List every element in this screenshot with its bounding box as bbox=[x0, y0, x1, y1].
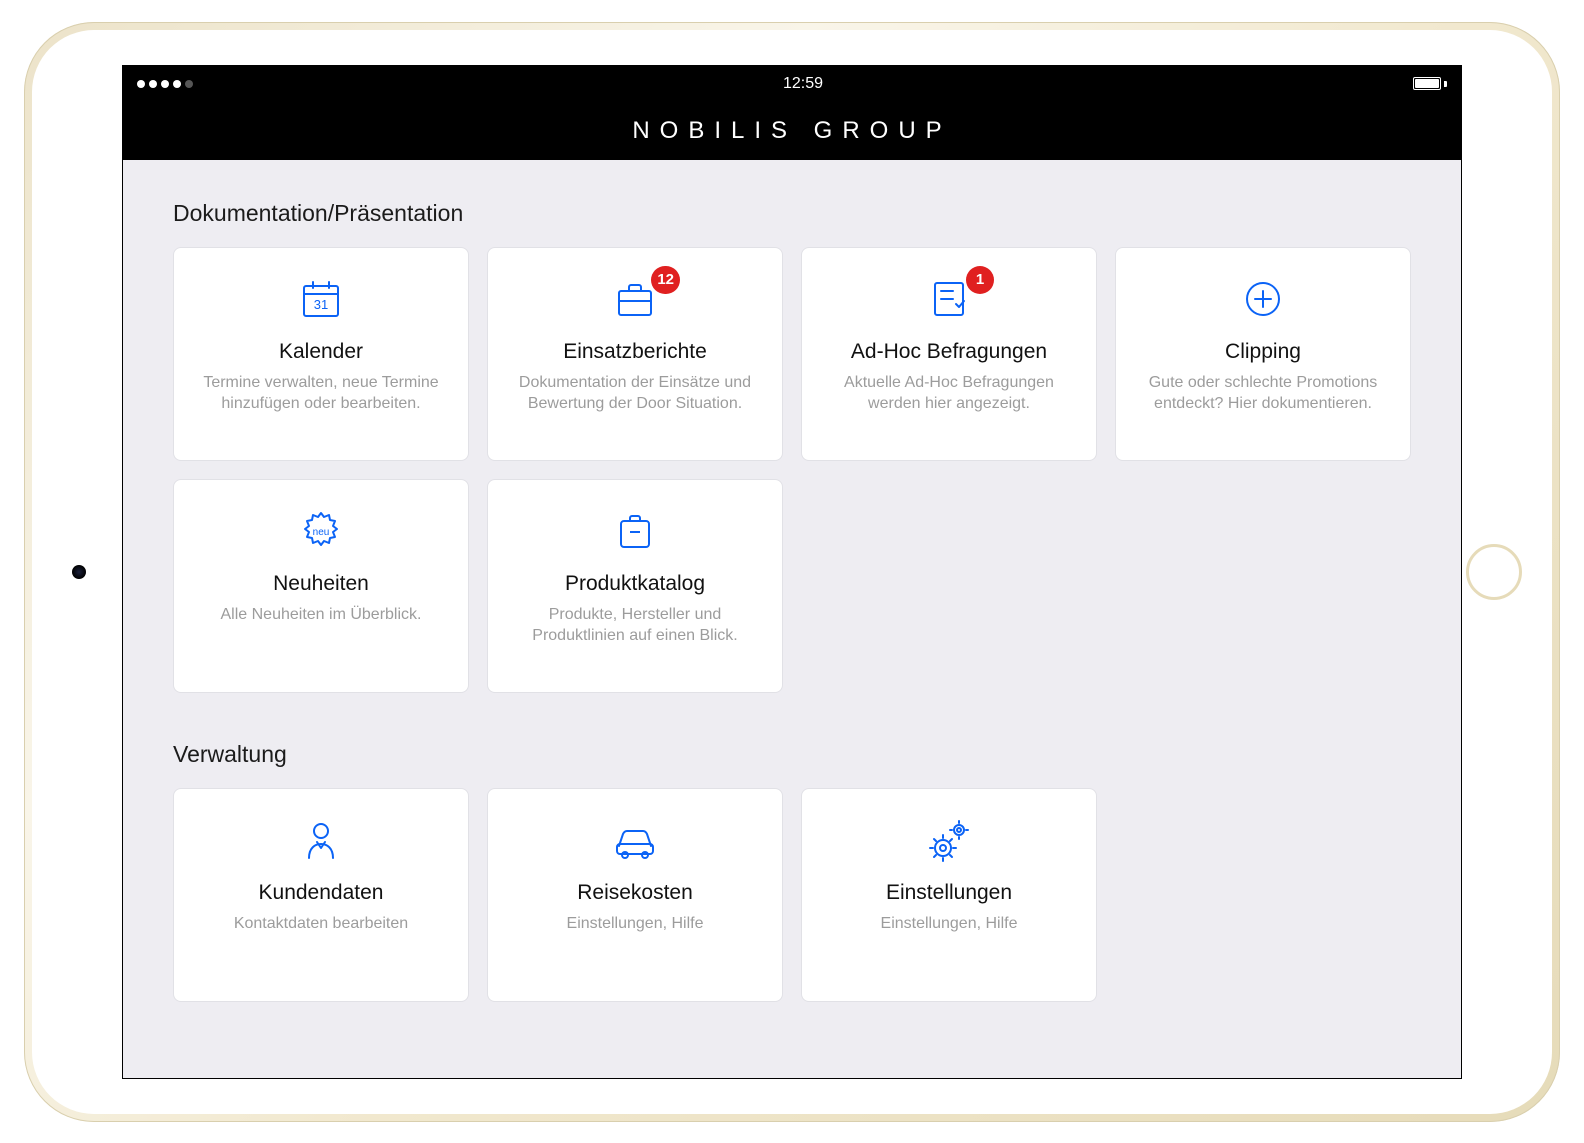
card-subtitle: Alle Neuheiten im Überblick. bbox=[221, 604, 422, 626]
content-scroll[interactable]: Dokumentation/Präsentation 31 bbox=[123, 160, 1461, 1078]
checklist-icon: 1 bbox=[922, 276, 976, 322]
card-title: Ad-Hoc Befragungen bbox=[851, 340, 1047, 364]
card-title: Reisekosten bbox=[577, 881, 693, 905]
card-title: Kundendaten bbox=[259, 881, 384, 905]
section-grid: 31 Kalender Termine verwalten, neue Term… bbox=[173, 247, 1411, 693]
app-title: NOBILIS GROUP bbox=[632, 117, 951, 145]
card-kundendaten[interactable]: Kundendaten Kontaktdaten bearbeiten bbox=[173, 788, 469, 1002]
front-camera bbox=[72, 565, 86, 579]
card-title: Einsatzberichte bbox=[563, 340, 707, 364]
car-icon bbox=[608, 817, 662, 863]
card-einstellungen[interactable]: Einstellungen Einstellungen, Hilfe bbox=[801, 788, 1097, 1002]
app-title-bar: NOBILIS GROUP bbox=[123, 102, 1461, 160]
status-time: 12:59 bbox=[783, 75, 823, 93]
briefcase-icon: 12 bbox=[608, 276, 662, 322]
card-kalender[interactable]: 31 Kalender Termine verwalten, neue Term… bbox=[173, 247, 469, 461]
status-bar: 12:59 bbox=[123, 66, 1461, 102]
svg-text:31: 31 bbox=[314, 297, 328, 312]
gears-icon bbox=[922, 817, 976, 863]
plus-circle-icon bbox=[1236, 276, 1290, 322]
card-subtitle: Kontaktdaten bearbeiten bbox=[234, 913, 408, 935]
user-icon bbox=[294, 817, 348, 863]
card-subtitle: Dokumentation der Einsätze und Bewertung… bbox=[510, 372, 760, 415]
card-produktkatalog[interactable]: Produktkatalog Produkte, Hersteller und … bbox=[487, 479, 783, 693]
tablet-bezel: 12:59 NOBILIS GROUP Dokumentation/Präsen… bbox=[32, 30, 1552, 1114]
card-subtitle: Produkte, Hersteller und Produktlinien a… bbox=[510, 604, 760, 647]
neu-burst-icon: neu bbox=[294, 508, 348, 554]
card-subtitle: Einstellungen, Hilfe bbox=[567, 913, 704, 935]
card-title: Produktkatalog bbox=[565, 572, 705, 596]
card-clipping[interactable]: Clipping Gute oder schlechte Promotions … bbox=[1115, 247, 1411, 461]
card-subtitle: Gute oder schlechte Promotions entdeckt?… bbox=[1138, 372, 1388, 415]
card-title: Kalender bbox=[279, 340, 363, 364]
card-subtitle: Einstellungen, Hilfe bbox=[881, 913, 1018, 935]
card-title: Clipping bbox=[1225, 340, 1301, 364]
card-subtitle: Aktuelle Ad-Hoc Befragungen werden hier … bbox=[824, 372, 1074, 415]
badge: 1 bbox=[966, 266, 994, 294]
card-adhoc-befragungen[interactable]: 1 Ad-Hoc Befragungen Aktuelle Ad-Hoc Bef… bbox=[801, 247, 1097, 461]
section-dokumentation: Dokumentation/Präsentation 31 bbox=[173, 200, 1411, 693]
card-subtitle: Termine verwalten, neue Termine hinzufüg… bbox=[196, 372, 446, 415]
card-title: Neuheiten bbox=[273, 572, 369, 596]
badge: 12 bbox=[651, 266, 680, 294]
card-neuheiten[interactable]: neu Neuheiten Alle Neuheiten im Überblic… bbox=[173, 479, 469, 693]
section-grid: Kundendaten Kontaktdaten bearbeiten bbox=[173, 788, 1411, 1002]
catalog-icon bbox=[608, 508, 662, 554]
card-reisekosten[interactable]: Reisekosten Einstellungen, Hilfe bbox=[487, 788, 783, 1002]
section-title: Dokumentation/Präsentation bbox=[173, 200, 1411, 227]
tablet-frame: 12:59 NOBILIS GROUP Dokumentation/Präsen… bbox=[24, 22, 1560, 1122]
calendar-icon: 31 bbox=[294, 276, 348, 322]
svg-text:neu: neu bbox=[313, 527, 330, 538]
card-title: Einstellungen bbox=[886, 881, 1012, 905]
screen: 12:59 NOBILIS GROUP Dokumentation/Präsen… bbox=[122, 65, 1462, 1079]
home-button[interactable] bbox=[1466, 544, 1522, 600]
section-verwaltung: Verwaltung Kundendaten Kon bbox=[173, 741, 1411, 1002]
card-einsatzberichte[interactable]: 12 Einsatzberichte Dokumentation der Ein… bbox=[487, 247, 783, 461]
battery-icon bbox=[1413, 77, 1447, 90]
signal-dots-icon bbox=[137, 80, 193, 88]
section-title: Verwaltung bbox=[173, 741, 1411, 768]
